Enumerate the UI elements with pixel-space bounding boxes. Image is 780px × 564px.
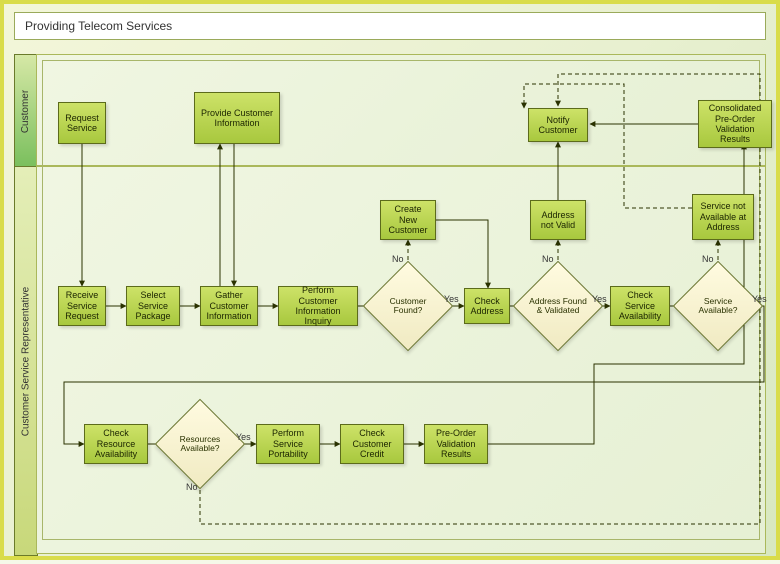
node-address-found: Address Found & Validated (526, 274, 590, 338)
diagram-title-bar: Providing Telecom Services (14, 12, 766, 40)
node-receive-service-request: Receive Service Request (58, 286, 106, 326)
edge-label-no-3: No (702, 254, 714, 264)
node-resources-available: Resources Available? (168, 412, 232, 476)
node-notify-customer-label: Notify Customer (533, 115, 583, 136)
node-service-not-available: Service not Available at Address (692, 194, 754, 240)
node-service-available: Service Available? (686, 274, 750, 338)
node-perform-service-portability: Perform Service Portability (256, 424, 320, 464)
node-perform-info-inquiry: Perform Customer Information Inquiry (278, 286, 358, 326)
diagram-title: Providing Telecom Services (25, 19, 172, 33)
node-gather-customer-info-label: Gather Customer Information (205, 290, 253, 321)
diagram-canvas: Providing Telecom Services Customer Cust… (0, 0, 780, 560)
node-receive-service-request-label: Receive Service Request (63, 290, 101, 321)
node-check-service-availability: Check Service Availability (610, 286, 670, 326)
node-select-service-package-label: Select Service Package (131, 290, 175, 321)
node-resources-available-label: Resources Available? (168, 435, 232, 454)
node-request-service-label: Request Service (63, 113, 101, 134)
node-perform-service-portability-label: Perform Service Portability (261, 428, 315, 459)
node-address-found-label: Address Found & Validated (526, 297, 590, 316)
node-create-new-customer: Create New Customer (380, 200, 436, 240)
node-address-not-valid-label: Address not Valid (535, 210, 581, 231)
node-service-available-label: Service Available? (686, 297, 750, 316)
node-check-service-availability-label: Check Service Availability (615, 290, 665, 321)
node-customer-found: Customer Found? (376, 274, 440, 338)
lane-body-customer (36, 54, 766, 166)
lane-label-customer: Customer (14, 54, 38, 168)
edge-label-yes-4: Yes (236, 432, 251, 442)
node-perform-info-inquiry-label: Perform Customer Information Inquiry (283, 285, 353, 326)
edge-label-no-1: No (392, 254, 404, 264)
node-address-not-valid: Address not Valid (530, 200, 586, 240)
lane-label-customer-text: Customer (21, 89, 32, 132)
edge-label-yes-1: Yes (444, 294, 459, 304)
node-check-customer-credit: Check Customer Credit (340, 424, 404, 464)
lane-label-csr: Customer Service Representative (14, 166, 38, 556)
node-customer-found-label: Customer Found? (376, 297, 440, 316)
edge-label-yes-2: Yes (592, 294, 607, 304)
node-gather-customer-info: Gather Customer Information (200, 286, 258, 326)
node-notify-customer: Notify Customer (528, 108, 588, 142)
node-select-service-package: Select Service Package (126, 286, 180, 326)
edge-label-yes-3: Yes (752, 294, 767, 304)
node-consolidated-results: Consolidated Pre-Order Validation Result… (698, 100, 772, 148)
node-consolidated-results-label: Consolidated Pre-Order Validation Result… (703, 103, 767, 144)
node-service-not-available-label: Service not Available at Address (697, 201, 749, 232)
node-check-customer-credit-label: Check Customer Credit (345, 428, 399, 459)
node-check-resource-availability: Check Resource Availability (84, 424, 148, 464)
edge-label-no-4: No (186, 482, 198, 492)
node-check-resource-availability-label: Check Resource Availability (89, 428, 143, 459)
node-pre-order-validation: Pre-Order Validation Results (424, 424, 488, 464)
edge-label-no-2: No (542, 254, 554, 264)
lane-label-csr-text: Customer Service Representative (21, 286, 32, 436)
node-provide-customer-info-label: Provide Customer Information (199, 108, 275, 129)
node-check-address: Check Address (464, 288, 510, 324)
node-provide-customer-info: Provide Customer Information (194, 92, 280, 144)
node-create-new-customer-label: Create New Customer (385, 204, 431, 235)
node-request-service: Request Service (58, 102, 106, 144)
node-check-address-label: Check Address (469, 296, 505, 317)
node-pre-order-validation-label: Pre-Order Validation Results (429, 428, 483, 459)
